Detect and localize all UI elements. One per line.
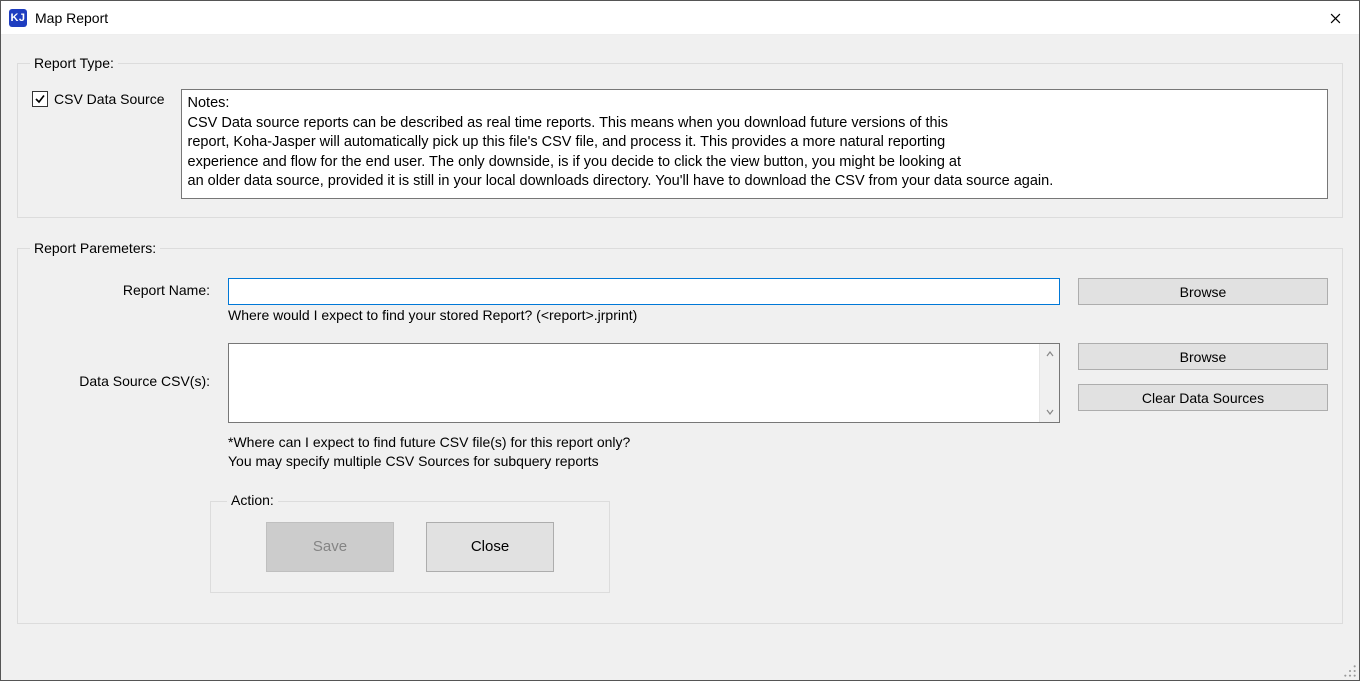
data-source-hint: You may specify multiple CSV Sources for… — [228, 452, 1060, 471]
save-button: Save — [266, 522, 394, 572]
notes-box: Notes: CSV Data source reports can be de… — [181, 89, 1329, 199]
action-legend: Action: — [227, 492, 278, 508]
title-bar: KJ Map Report — [1, 1, 1359, 35]
resize-grip-icon[interactable] — [1343, 664, 1357, 678]
report-parameters-legend: Report Paremeters: — [30, 240, 160, 256]
close-button[interactable]: Close — [426, 522, 554, 572]
scroll-down-icon[interactable] — [1040, 402, 1059, 422]
report-type-group: Report Type: CSV Data Source Notes: CSV … — [17, 55, 1343, 218]
scroll-up-icon[interactable] — [1040, 344, 1059, 364]
browse-csv-button[interactable]: Browse — [1078, 343, 1328, 370]
csv-data-source-checkbox[interactable] — [32, 91, 48, 107]
clear-data-sources-button[interactable]: Clear Data Sources — [1078, 384, 1328, 411]
notes-line: experience and flow for the end user. Th… — [188, 153, 1322, 173]
report-name-hint: Where would I expect to find your stored… — [228, 307, 1060, 323]
report-name-label: Report Name: — [32, 278, 210, 298]
data-source-label: Data Source CSV(s): — [32, 343, 210, 389]
close-icon[interactable] — [1311, 1, 1359, 35]
notes-line: CSV Data source reports can be described… — [188, 114, 1322, 134]
data-source-listbox[interactable] — [229, 344, 1039, 422]
notes-line: report, Koha-Jasper will automatically p… — [188, 133, 1322, 153]
app-icon: KJ — [9, 9, 27, 27]
data-source-hint: *Where can I expect to find future CSV f… — [228, 433, 1060, 452]
action-group: Action: Save Close — [210, 501, 610, 593]
csv-data-source-label: CSV Data Source — [54, 91, 165, 107]
notes-header: Notes: — [188, 94, 1322, 114]
report-name-input[interactable] — [228, 278, 1060, 305]
scrollbar[interactable] — [1039, 344, 1059, 422]
report-parameters-group: Report Paremeters: Report Name: Where wo… — [17, 240, 1343, 624]
notes-line: an older data source, provided it is sti… — [188, 172, 1322, 192]
window-title: Map Report — [35, 10, 108, 26]
report-type-legend: Report Type: — [30, 55, 118, 71]
browse-report-button[interactable]: Browse — [1078, 278, 1328, 305]
